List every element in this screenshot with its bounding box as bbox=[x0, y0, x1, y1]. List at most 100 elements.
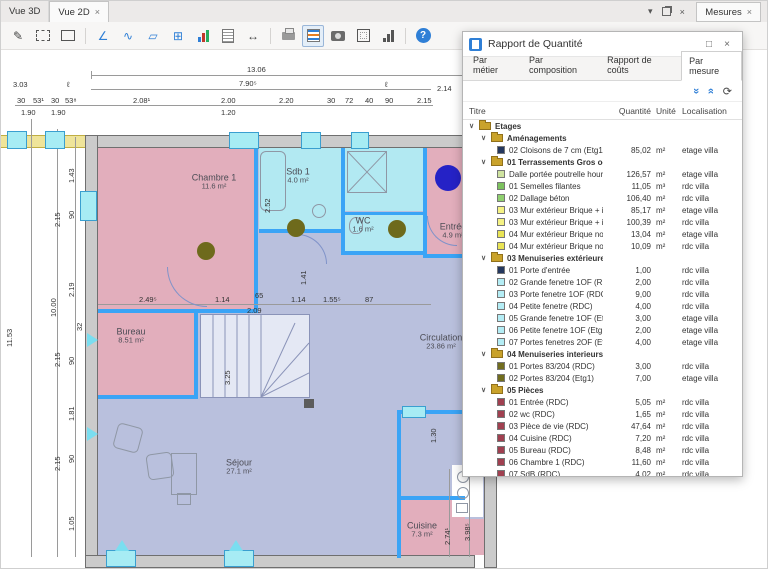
wall-segment[interactable] bbox=[254, 148, 258, 313]
window-marker[interactable] bbox=[229, 132, 259, 149]
column-titre[interactable]: Titre bbox=[469, 106, 603, 116]
wall-segment[interactable] bbox=[397, 496, 465, 500]
window-marker[interactable] bbox=[224, 550, 254, 567]
caret-icon[interactable]: ∨ bbox=[481, 134, 490, 142]
chart-icon[interactable] bbox=[192, 25, 214, 47]
report-group-row[interactable]: ∨Aménagements bbox=[463, 132, 742, 144]
wall-segment[interactable] bbox=[194, 309, 198, 399]
wall-segment[interactable] bbox=[397, 498, 401, 558]
close-icon[interactable]: × bbox=[95, 7, 100, 17]
measure-area-icon[interactable]: ▱ bbox=[142, 25, 164, 47]
report-item-row[interactable]: 06 Petite fenetre 1OF (Etg1)2,00etage vi… bbox=[463, 324, 742, 336]
room[interactable] bbox=[98, 313, 195, 396]
column-quantite[interactable]: Quantité bbox=[603, 106, 654, 116]
close-icon[interactable]: × bbox=[674, 1, 690, 22]
window-marker[interactable] bbox=[106, 550, 136, 567]
report-item-row[interactable]: 03 Mur extérieur Brique + isolant (RDC)1… bbox=[463, 216, 742, 228]
column-localisation[interactable]: Localisation bbox=[682, 106, 742, 116]
caret-icon[interactable]: ∨ bbox=[481, 254, 490, 262]
kitchen-sink[interactable] bbox=[457, 487, 469, 499]
tab-vue-2d[interactable]: Vue 2D × bbox=[49, 1, 109, 22]
report-item-row[interactable]: 02 wc (RDC)1,65m²rdc villa bbox=[463, 408, 742, 420]
staircase[interactable] bbox=[200, 314, 310, 398]
poi-marker[interactable] bbox=[197, 242, 215, 260]
report-group-row[interactable]: ∨04 Menuiseries interieurs bbox=[463, 348, 742, 360]
column-unite[interactable]: Unité bbox=[654, 106, 682, 116]
chevron-down-icon[interactable]: ▾ bbox=[642, 1, 658, 22]
caret-icon[interactable]: ∨ bbox=[481, 386, 490, 394]
poi-marker[interactable] bbox=[388, 220, 406, 238]
tab-mesures[interactable]: Mesures × bbox=[696, 2, 761, 22]
outer-wall-bottom[interactable] bbox=[85, 555, 475, 568]
door-marker[interactable] bbox=[87, 427, 98, 441]
poi-marker[interactable] bbox=[287, 219, 305, 237]
window-marker[interactable] bbox=[7, 131, 27, 149]
expand-all-icon[interactable]: » bbox=[705, 88, 717, 94]
report-item-row[interactable]: 02 Dallage béton106,40m²rdc villa bbox=[463, 192, 742, 204]
report-item-row[interactable]: 02 Grande fenetre 1OF (RDC)2,00rdc villa bbox=[463, 276, 742, 288]
close-icon[interactable]: × bbox=[747, 7, 752, 17]
wall-segment[interactable] bbox=[341, 211, 345, 255]
report-item-row[interactable]: 03 Pièce de vie (RDC)47,64m²rdc villa bbox=[463, 420, 742, 432]
door-marker[interactable] bbox=[115, 540, 129, 551]
report-item-row[interactable]: 04 Cuisine (RDC)7,20m²rdc villa bbox=[463, 432, 742, 444]
door-marker[interactable] bbox=[229, 540, 243, 551]
window-marker[interactable] bbox=[45, 131, 65, 149]
report-group-row[interactable]: ∨Etages bbox=[463, 120, 742, 132]
window-marker[interactable] bbox=[402, 406, 426, 418]
report-item-row[interactable]: 02 Portes 83/204 (Etg1)7,00etage villa bbox=[463, 372, 742, 384]
report-item-row[interactable]: 03 Mur extérieur Brique + isolant (etg1)… bbox=[463, 204, 742, 216]
measure-path-icon[interactable]: ∿ bbox=[117, 25, 139, 47]
side-table[interactable] bbox=[171, 453, 197, 495]
measure-grid-icon[interactable]: ⊞ bbox=[167, 25, 189, 47]
measure-angle-icon[interactable]: ∠ bbox=[92, 25, 114, 47]
stool[interactable] bbox=[177, 493, 191, 505]
caret-icon[interactable]: ∨ bbox=[481, 158, 490, 166]
close-icon[interactable]: × bbox=[718, 39, 736, 50]
refresh-icon[interactable]: ⟳ bbox=[723, 85, 732, 98]
print-icon[interactable] bbox=[277, 25, 299, 47]
report-item-row[interactable]: 04 Mur extérieur Brique non isolé (RDC)1… bbox=[463, 240, 742, 252]
tab-vue-3d[interactable]: Vue 3D bbox=[1, 1, 49, 22]
collapse-all-icon[interactable]: » bbox=[690, 88, 702, 94]
report-group-row[interactable]: ∨01 Terrassements Gros oeuvre bbox=[463, 156, 742, 168]
wall-segment[interactable] bbox=[345, 251, 427, 255]
maximize-icon[interactable]: □ bbox=[700, 39, 718, 50]
hob[interactable] bbox=[456, 503, 468, 513]
report-item-row[interactable]: 03 Porte fenetre 1OF (RDC)9,00rdc villa bbox=[463, 288, 742, 300]
report-tab-rapport-de-co-ts[interactable]: Rapport de coûts bbox=[599, 50, 681, 80]
window-marker[interactable] bbox=[80, 191, 97, 221]
report-item-row[interactable]: 04 Mur extérieur Brique non isolé (Etg1)… bbox=[463, 228, 742, 240]
report-item-row[interactable]: 07 Portes fenetres 2OF (Etg1)4,00etage v… bbox=[463, 336, 742, 348]
report-tab-par-mesure[interactable]: Par mesure bbox=[681, 51, 742, 81]
report-item-row[interactable]: 01 Porte d'entrée1,00rdc villa bbox=[463, 264, 742, 276]
restore-window-icon[interactable] bbox=[658, 1, 674, 22]
report-group-row[interactable]: ∨05 Pièces bbox=[463, 384, 742, 396]
wall-segment[interactable] bbox=[98, 309, 258, 313]
report-item-row[interactable]: 01 Entrée (RDC)5,05m²rdc villa bbox=[463, 396, 742, 408]
report-item-row[interactable]: 01 Semelles filantes11,05m³rdc villa bbox=[463, 180, 742, 192]
document-icon[interactable] bbox=[217, 25, 239, 47]
fullscreen-icon[interactable] bbox=[352, 25, 374, 47]
door-marker[interactable] bbox=[87, 333, 98, 347]
caret-icon[interactable]: ∨ bbox=[481, 350, 490, 358]
report-tab-par-composition[interactable]: Par composition bbox=[521, 50, 599, 80]
pencil-tool-icon[interactable]: ✎ bbox=[7, 25, 29, 47]
wall-segment[interactable] bbox=[423, 148, 427, 258]
report-item-row[interactable]: 05 Grande fenetre 1OF (Etg1)3,00etage vi… bbox=[463, 312, 742, 324]
lasso-select-icon[interactable] bbox=[32, 25, 54, 47]
stairs-column-icon[interactable] bbox=[377, 25, 399, 47]
report-tab-par-m-tier[interactable]: Par métier bbox=[465, 50, 521, 80]
wall-segment[interactable] bbox=[98, 395, 198, 399]
sink[interactable] bbox=[312, 204, 326, 218]
wall-segment[interactable] bbox=[341, 148, 345, 214]
shower[interactable] bbox=[347, 151, 387, 193]
report-item-row[interactable]: 01 Portes 83/204 (RDC)3,00rdc villa bbox=[463, 360, 742, 372]
outer-wall-top[interactable] bbox=[85, 135, 497, 148]
window-marker[interactable] bbox=[301, 132, 321, 149]
camera-icon[interactable] bbox=[327, 25, 349, 47]
wall-segment[interactable] bbox=[397, 410, 401, 500]
report-group-row[interactable]: ∨03 Menuiseries extérieures bbox=[463, 252, 742, 264]
caret-icon[interactable]: ∨ bbox=[469, 122, 478, 130]
quantity-report-icon[interactable] bbox=[302, 25, 324, 47]
